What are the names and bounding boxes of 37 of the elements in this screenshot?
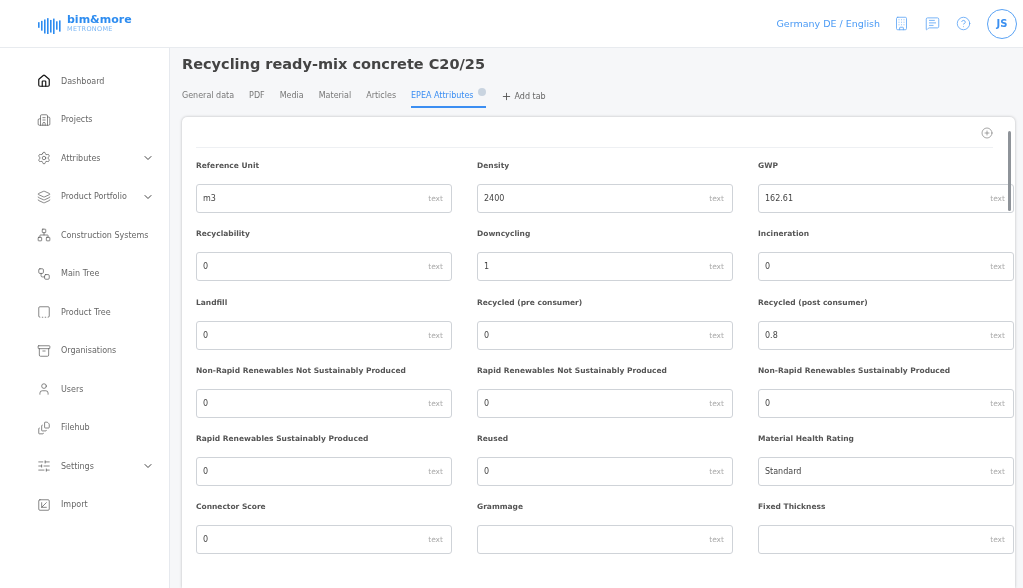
stack-icon: [37, 189, 51, 204]
sidebar-item[interactable]: Construction Systems: [0, 216, 169, 255]
sidebar-item[interactable]: Organisations: [0, 331, 169, 370]
home-icon: [37, 74, 51, 89]
building-icon[interactable]: [894, 16, 909, 31]
user-icon: [37, 382, 51, 397]
page-title: Recycling ready-mix concrete C20/25: [182, 56, 486, 72]
add-tab-button[interactable]: Add tab: [500, 90, 546, 102]
sidebar-item[interactable]: Users: [0, 370, 169, 409]
tab[interactable]: Media: [279, 84, 304, 108]
logo-name: bim&more: [67, 14, 132, 26]
plus-icon: [500, 90, 512, 102]
building-icon: [37, 112, 51, 127]
tab[interactable]: Articles: [366, 84, 397, 108]
sidebar-item[interactable]: Product Portfolio: [0, 177, 169, 216]
network-icon: [37, 228, 51, 243]
scrollbar[interactable]: [1008, 131, 1011, 211]
sidebar-item[interactable]: Main Tree: [0, 254, 169, 293]
archive-icon: [37, 343, 51, 358]
sidebar-item[interactable]: Projects: [0, 100, 169, 139]
add-icon[interactable]: [981, 127, 993, 139]
sidebar-item[interactable]: Attributes: [0, 139, 169, 178]
tab[interactable]: EPEA Attributes: [411, 84, 486, 108]
sidebar-item[interactable]: Product Tree: [0, 293, 169, 332]
tab[interactable]: PDF: [249, 84, 265, 108]
message-icon[interactable]: [925, 16, 940, 31]
sidebar-item[interactable]: Import: [0, 485, 169, 524]
import-icon: [37, 497, 51, 512]
gear-icon: [37, 151, 51, 166]
tab[interactable]: Material: [318, 84, 352, 108]
sidebar-item[interactable]: Dashboard: [0, 62, 169, 101]
sidebar-item[interactable]: Settings: [0, 447, 169, 486]
tab[interactable]: General data: [182, 84, 235, 108]
files-icon: [37, 420, 51, 435]
sidebar-item[interactable]: Filehub: [0, 408, 169, 447]
sliders-icon: [37, 459, 51, 474]
help-icon[interactable]: [956, 16, 971, 31]
